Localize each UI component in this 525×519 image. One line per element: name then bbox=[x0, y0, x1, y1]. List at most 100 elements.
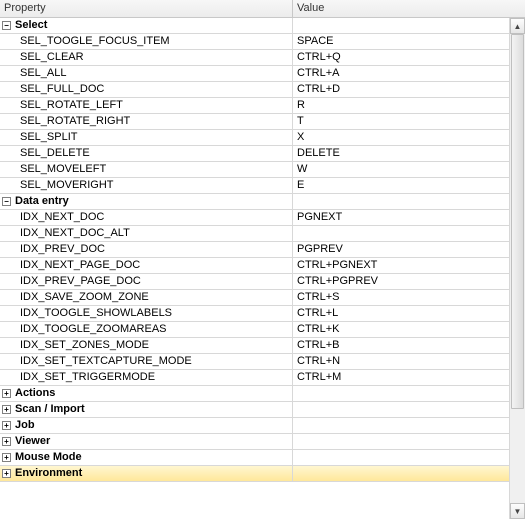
group-value-cell bbox=[293, 418, 509, 433]
property-cell[interactable]: SEL_ROTATE_RIGHT bbox=[0, 114, 293, 129]
group-label: Viewer bbox=[15, 434, 50, 449]
group-property-cell[interactable]: + Viewer bbox=[0, 434, 293, 449]
value-cell[interactable]: X bbox=[293, 130, 509, 145]
value-cell[interactable]: SPACE bbox=[293, 34, 509, 49]
value-cell[interactable]: W bbox=[293, 162, 509, 177]
vertical-scrollbar[interactable]: ▲ ▼ bbox=[509, 18, 525, 519]
expand-icon[interactable]: + bbox=[2, 421, 11, 430]
property-cell[interactable]: SEL_TOOGLE_FOCUS_ITEM bbox=[0, 34, 293, 49]
property-label: SEL_CLEAR bbox=[20, 50, 84, 65]
property-cell[interactable]: IDX_PREV_DOC bbox=[0, 242, 293, 257]
property-cell[interactable]: SEL_ROTATE_LEFT bbox=[0, 98, 293, 113]
property-row[interactable]: SEL_SPLIT X bbox=[0, 130, 509, 146]
scroll-thumb[interactable] bbox=[511, 34, 524, 409]
value-cell[interactable]: CTRL+PGPREV bbox=[293, 274, 509, 289]
expand-icon[interactable]: + bbox=[2, 405, 11, 414]
property-cell[interactable]: IDX_NEXT_DOC bbox=[0, 210, 293, 225]
property-row[interactable]: IDX_TOOGLE_ZOOMAREASCTRL+K bbox=[0, 322, 509, 338]
property-row[interactable]: IDX_SET_ZONES_MODECTRL+B bbox=[0, 338, 509, 354]
value-cell[interactable]: CTRL+B bbox=[293, 338, 509, 353]
property-row[interactable]: SEL_ALLCTRL+A bbox=[0, 66, 509, 82]
property-cell[interactable]: SEL_FULL_DOC bbox=[0, 82, 293, 97]
value-cell[interactable]: PGPREV bbox=[293, 242, 509, 257]
property-cell[interactable]: SEL_SPLIT bbox=[0, 130, 293, 145]
property-cell[interactable]: IDX_TOOGLE_ZOOMAREAS bbox=[0, 322, 293, 337]
value-cell[interactable] bbox=[293, 226, 509, 241]
group-row[interactable]: + Viewer bbox=[0, 434, 509, 450]
group-row[interactable]: +Actions bbox=[0, 386, 509, 402]
property-cell[interactable]: IDX_SET_TEXTCAPTURE_MODE bbox=[0, 354, 293, 369]
value-cell[interactable]: CTRL+M bbox=[293, 370, 509, 385]
property-cell[interactable]: IDX_SET_ZONES_MODE bbox=[0, 338, 293, 353]
property-cell[interactable]: SEL_DELETE bbox=[0, 146, 293, 161]
property-row[interactable]: SEL_MOVERIGHTE bbox=[0, 178, 509, 194]
value-cell[interactable]: R bbox=[293, 98, 509, 113]
property-row[interactable]: IDX_PREV_DOCPGPREV bbox=[0, 242, 509, 258]
value-cell[interactable]: T bbox=[293, 114, 509, 129]
property-row[interactable]: IDX_PREV_PAGE_DOCCTRL+PGPREV bbox=[0, 274, 509, 290]
property-label: SEL_SPLIT bbox=[20, 130, 77, 145]
expand-icon[interactable]: + bbox=[2, 469, 11, 478]
property-row[interactable]: IDX_SAVE_ZOOM_ZONECTRL+S bbox=[0, 290, 509, 306]
group-row[interactable]: −Data entry bbox=[0, 194, 509, 210]
value-cell[interactable]: DELETE bbox=[293, 146, 509, 161]
collapse-icon[interactable]: − bbox=[2, 21, 11, 30]
value-cell[interactable]: CTRL+D bbox=[293, 82, 509, 97]
group-row[interactable]: −Select bbox=[0, 18, 509, 34]
property-cell[interactable]: IDX_NEXT_PAGE_DOC bbox=[0, 258, 293, 273]
header-value[interactable]: Value bbox=[293, 0, 525, 17]
group-property-cell[interactable]: −Select bbox=[0, 18, 293, 33]
value-cell[interactable]: CTRL+K bbox=[293, 322, 509, 337]
group-property-cell[interactable]: −Data entry bbox=[0, 194, 293, 209]
group-row[interactable]: +Scan / Import bbox=[0, 402, 509, 418]
property-row[interactable]: IDX_SET_TRIGGERMODECTRL+M bbox=[0, 370, 509, 386]
property-cell[interactable]: SEL_ALL bbox=[0, 66, 293, 81]
property-cell[interactable]: IDX_SAVE_ZOOM_ZONE bbox=[0, 290, 293, 305]
value-cell[interactable]: CTRL+L bbox=[293, 306, 509, 321]
group-property-cell[interactable]: +Mouse Mode bbox=[0, 450, 293, 465]
property-row[interactable]: IDX_TOOGLE_SHOWLABELSCTRL+L bbox=[0, 306, 509, 322]
expand-icon[interactable]: + bbox=[2, 389, 11, 398]
property-label: IDX_NEXT_DOC_ALT bbox=[20, 226, 130, 241]
property-row[interactable]: IDX_SET_TEXTCAPTURE_MODECTRL+N bbox=[0, 354, 509, 370]
property-cell[interactable]: IDX_SET_TRIGGERMODE bbox=[0, 370, 293, 385]
property-cell[interactable]: IDX_TOOGLE_SHOWLABELS bbox=[0, 306, 293, 321]
header-property[interactable]: Property bbox=[0, 0, 293, 17]
property-row[interactable]: SEL_CLEAR CTRL+Q bbox=[0, 50, 509, 66]
value-cell[interactable]: E bbox=[293, 178, 509, 193]
property-row[interactable]: SEL_DELETEDELETE bbox=[0, 146, 509, 162]
property-row[interactable]: IDX_NEXT_DOCPGNEXT bbox=[0, 210, 509, 226]
value-cell[interactable]: CTRL+Q bbox=[293, 50, 509, 65]
value-cell[interactable]: PGNEXT bbox=[293, 210, 509, 225]
property-cell[interactable]: IDX_PREV_PAGE_DOC bbox=[0, 274, 293, 289]
group-row[interactable]: +Job bbox=[0, 418, 509, 434]
value-cell[interactable]: CTRL+PGNEXT bbox=[293, 258, 509, 273]
scroll-up-button[interactable]: ▲ bbox=[510, 18, 525, 34]
collapse-icon[interactable]: − bbox=[2, 197, 11, 206]
property-cell[interactable]: SEL_MOVELEFT bbox=[0, 162, 293, 177]
property-cell[interactable]: SEL_CLEAR bbox=[0, 50, 293, 65]
scroll-down-button[interactable]: ▼ bbox=[510, 503, 525, 519]
property-label: SEL_FULL_DOC bbox=[20, 82, 104, 97]
expand-icon[interactable]: + bbox=[2, 437, 11, 446]
property-row[interactable]: IDX_NEXT_PAGE_DOCCTRL+PGNEXT bbox=[0, 258, 509, 274]
value-cell[interactable]: CTRL+A bbox=[293, 66, 509, 81]
group-property-cell[interactable]: +Scan / Import bbox=[0, 402, 293, 417]
group-property-cell[interactable]: +Environment bbox=[0, 466, 293, 481]
property-row[interactable]: SEL_TOOGLE_FOCUS_ITEMSPACE bbox=[0, 34, 509, 50]
expand-icon[interactable]: + bbox=[2, 453, 11, 462]
scroll-track[interactable] bbox=[510, 34, 525, 503]
group-row[interactable]: +Environment bbox=[0, 466, 509, 482]
property-row[interactable]: SEL_MOVELEFTW bbox=[0, 162, 509, 178]
property-row[interactable]: SEL_ROTATE_RIGHTT bbox=[0, 114, 509, 130]
property-cell[interactable]: SEL_MOVERIGHT bbox=[0, 178, 293, 193]
value-cell[interactable]: CTRL+S bbox=[293, 290, 509, 305]
group-row[interactable]: +Mouse Mode bbox=[0, 450, 509, 466]
group-property-cell[interactable]: +Job bbox=[0, 418, 293, 433]
group-property-cell[interactable]: +Actions bbox=[0, 386, 293, 401]
value-cell[interactable]: CTRL+N bbox=[293, 354, 509, 369]
property-row[interactable]: SEL_ROTATE_LEFTR bbox=[0, 98, 509, 114]
property-row[interactable]: SEL_FULL_DOC CTRL+D bbox=[0, 82, 509, 98]
property-cell[interactable]: IDX_NEXT_DOC_ALT bbox=[0, 226, 293, 241]
property-row[interactable]: IDX_NEXT_DOC_ALT bbox=[0, 226, 509, 242]
